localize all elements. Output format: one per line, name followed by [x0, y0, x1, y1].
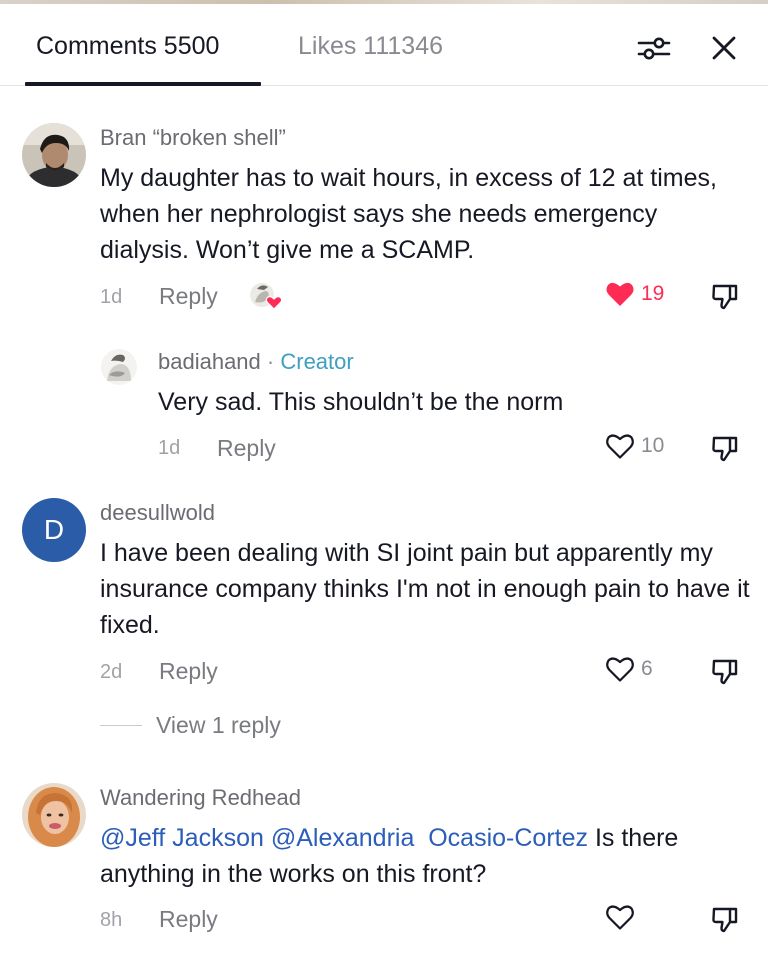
reply-button[interactable]: Reply [159, 282, 218, 310]
comment-time: 8h [100, 909, 123, 931]
reply-text: Very sad. This shouldn’t be the norm [158, 388, 564, 416]
like-count: 19 [641, 282, 665, 305]
thumbs-down-icon [712, 284, 738, 310]
comment-username[interactable]: Wandering Redhead [100, 784, 301, 812]
thumbs-down-icon [712, 907, 738, 933]
comment-username[interactable]: deesullwold [100, 499, 215, 527]
heart-icon [606, 905, 634, 930]
view-replies-button[interactable]: View 1 reply [100, 712, 281, 739]
separator-dot: · [266, 349, 275, 374]
comment-username[interactable]: Bran “broken shell” [100, 124, 286, 152]
avatar[interactable] [22, 783, 86, 847]
filter-button[interactable] [634, 28, 674, 68]
like-button[interactable]: 10 [605, 432, 664, 460]
like-count: 6 [641, 657, 653, 680]
thumbs-down-icon [712, 436, 738, 462]
dislike-button[interactable] [709, 432, 741, 464]
close-button[interactable] [704, 28, 744, 68]
like-button[interactable]: 19 [605, 280, 664, 308]
heart-icon [606, 282, 634, 306]
comment-time: 1d [100, 286, 123, 308]
reply-button[interactable]: Reply [159, 905, 218, 933]
sliders-icon [637, 37, 671, 60]
tab-likes[interactable]: Likes 111346 [298, 30, 443, 62]
like-button[interactable] [605, 903, 641, 931]
avatar[interactable] [101, 349, 137, 385]
active-tab-indicator [25, 82, 261, 86]
reply-button[interactable]: Reply [159, 657, 218, 685]
reply-author[interactable]: badiahand [158, 349, 261, 374]
heart-icon [606, 434, 634, 459]
dislike-button[interactable] [709, 655, 741, 687]
reply-time: 1d [158, 437, 181, 459]
view-replies-line [100, 725, 142, 726]
comment-text: @Jeff Jackson @Alexandria Ocasio-Cortez … [100, 820, 750, 892]
tab-comments[interactable]: Comments 5500 [36, 30, 219, 62]
reply-username[interactable]: badiahand · Creator [158, 348, 354, 376]
dislike-button[interactable] [709, 280, 741, 312]
avatar-letter: D [43, 514, 65, 545]
mention-link[interactable]: @Alexandria Ocasio-Cortez [271, 824, 588, 852]
dislike-button[interactable] [709, 903, 741, 935]
like-count: 10 [641, 434, 665, 457]
avatar[interactable]: D [22, 498, 86, 562]
mention-link[interactable]: @Jeff Jackson [100, 824, 264, 852]
view-replies-label[interactable]: View 1 reply [156, 712, 281, 739]
like-button[interactable]: 6 [605, 655, 653, 683]
comment-text: I have been dealing with SI joint pain b… [100, 539, 750, 639]
creator-liked-badge [248, 280, 284, 312]
reply-button[interactable]: Reply [217, 434, 276, 462]
close-icon [712, 36, 736, 60]
avatar[interactable] [22, 123, 86, 187]
thumbs-down-icon [712, 659, 738, 685]
comments-header: Comments 5500 Likes 111346 [0, 4, 768, 86]
heart-icon [606, 657, 634, 682]
comment-text: My daughter has to wait hours, in excess… [100, 164, 717, 264]
comment-time: 2d [100, 661, 123, 683]
creator-badge: Creator [280, 349, 354, 374]
